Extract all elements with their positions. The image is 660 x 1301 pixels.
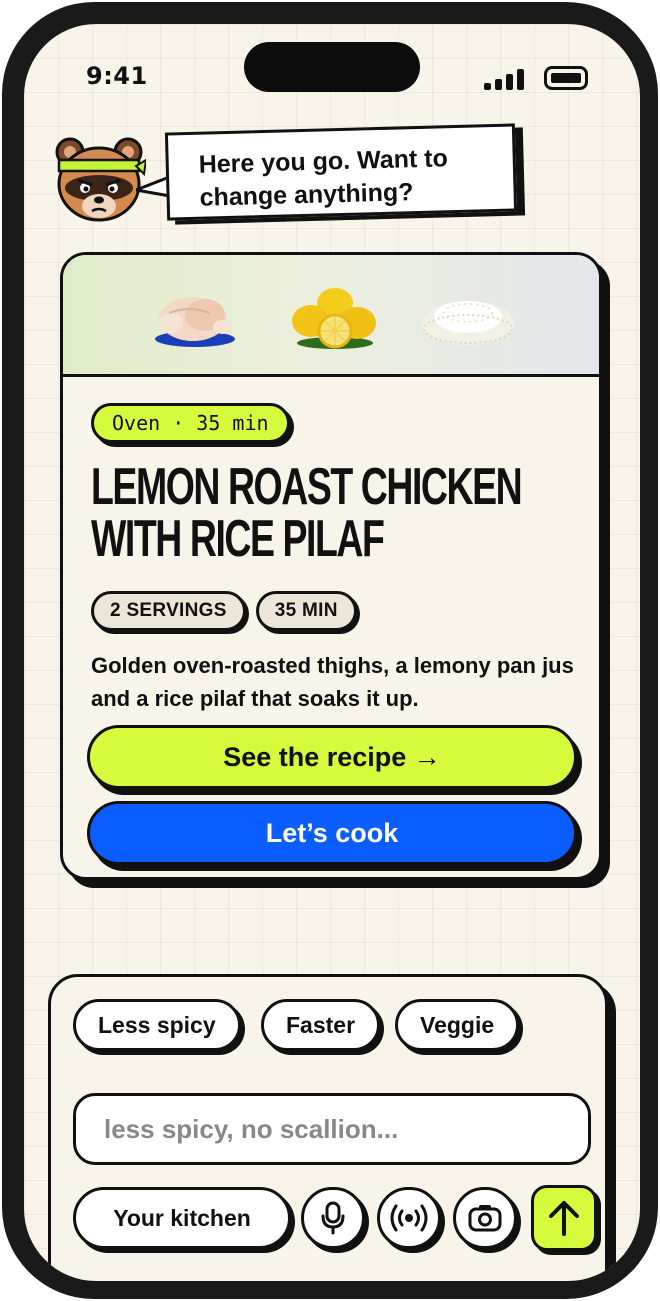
see-recipe-button[interactable]: See the recipe → [87,725,577,789]
quick-option-veggie[interactable]: Veggie [395,999,520,1051]
broadcast-button[interactable] [377,1187,441,1249]
lemons-icon [292,288,376,349]
recipe-description: Golden oven-roasted thighs, a lemony pan… [91,653,574,711]
recipe-meta-chips: 2 SERVINGS 35 MIN [91,591,599,631]
arrow-up-icon [549,1201,579,1236]
assistant-message: Here you go. Want to change anything? [198,144,449,212]
quick-option-less-spicy[interactable]: Less spicy [73,999,241,1051]
recipe-hero [63,255,599,377]
camera-button[interactable] [453,1187,517,1249]
servings-chip: 2 SERVINGS [91,591,246,631]
microphone-icon [321,1201,345,1235]
cooking-method-badge: Oven · 35 min [91,403,290,443]
assistant-speech-bubble: Here you go. Want to change anything? [164,123,518,221]
camera-icon [468,1205,502,1232]
message-input[interactable]: less spicy, no scallion... [73,1093,591,1165]
app-screen: 9:41 Here you go. Want to change anythin… [24,24,640,1281]
phone-frame: 9:41 Here you go. Want to change anythin… [2,2,658,1299]
send-button[interactable] [531,1185,597,1251]
status-time: 9:41 [86,62,148,90]
dynamic-island [244,42,420,92]
your-kitchen-button[interactable]: Your kitchen [73,1187,291,1249]
battery-icon [544,66,588,90]
microphone-button[interactable] [301,1187,365,1249]
recipe-title: Lemon Roast Chicken with Rice Pilaf [91,458,523,568]
recipe-card-body: Oven · 35 min Lemon Roast Chicken with R… [63,377,599,715]
chat-composer: Less spicy Faster Veggie less spicy, no … [48,974,608,1281]
quick-option-faster[interactable]: Faster [261,999,381,1051]
time-chip: 35 MIN [255,591,357,631]
raw-chicken-icon [155,297,235,347]
broadcast-icon [390,1204,428,1232]
lets-cook-button[interactable]: Let’s cook [87,801,577,865]
signal-icon [484,68,536,90]
rice-icon [422,301,514,345]
raccoon-mascot-icon [55,137,146,222]
recipe-card: Oven · 35 min Lemon Roast Chicken with R… [60,252,602,880]
